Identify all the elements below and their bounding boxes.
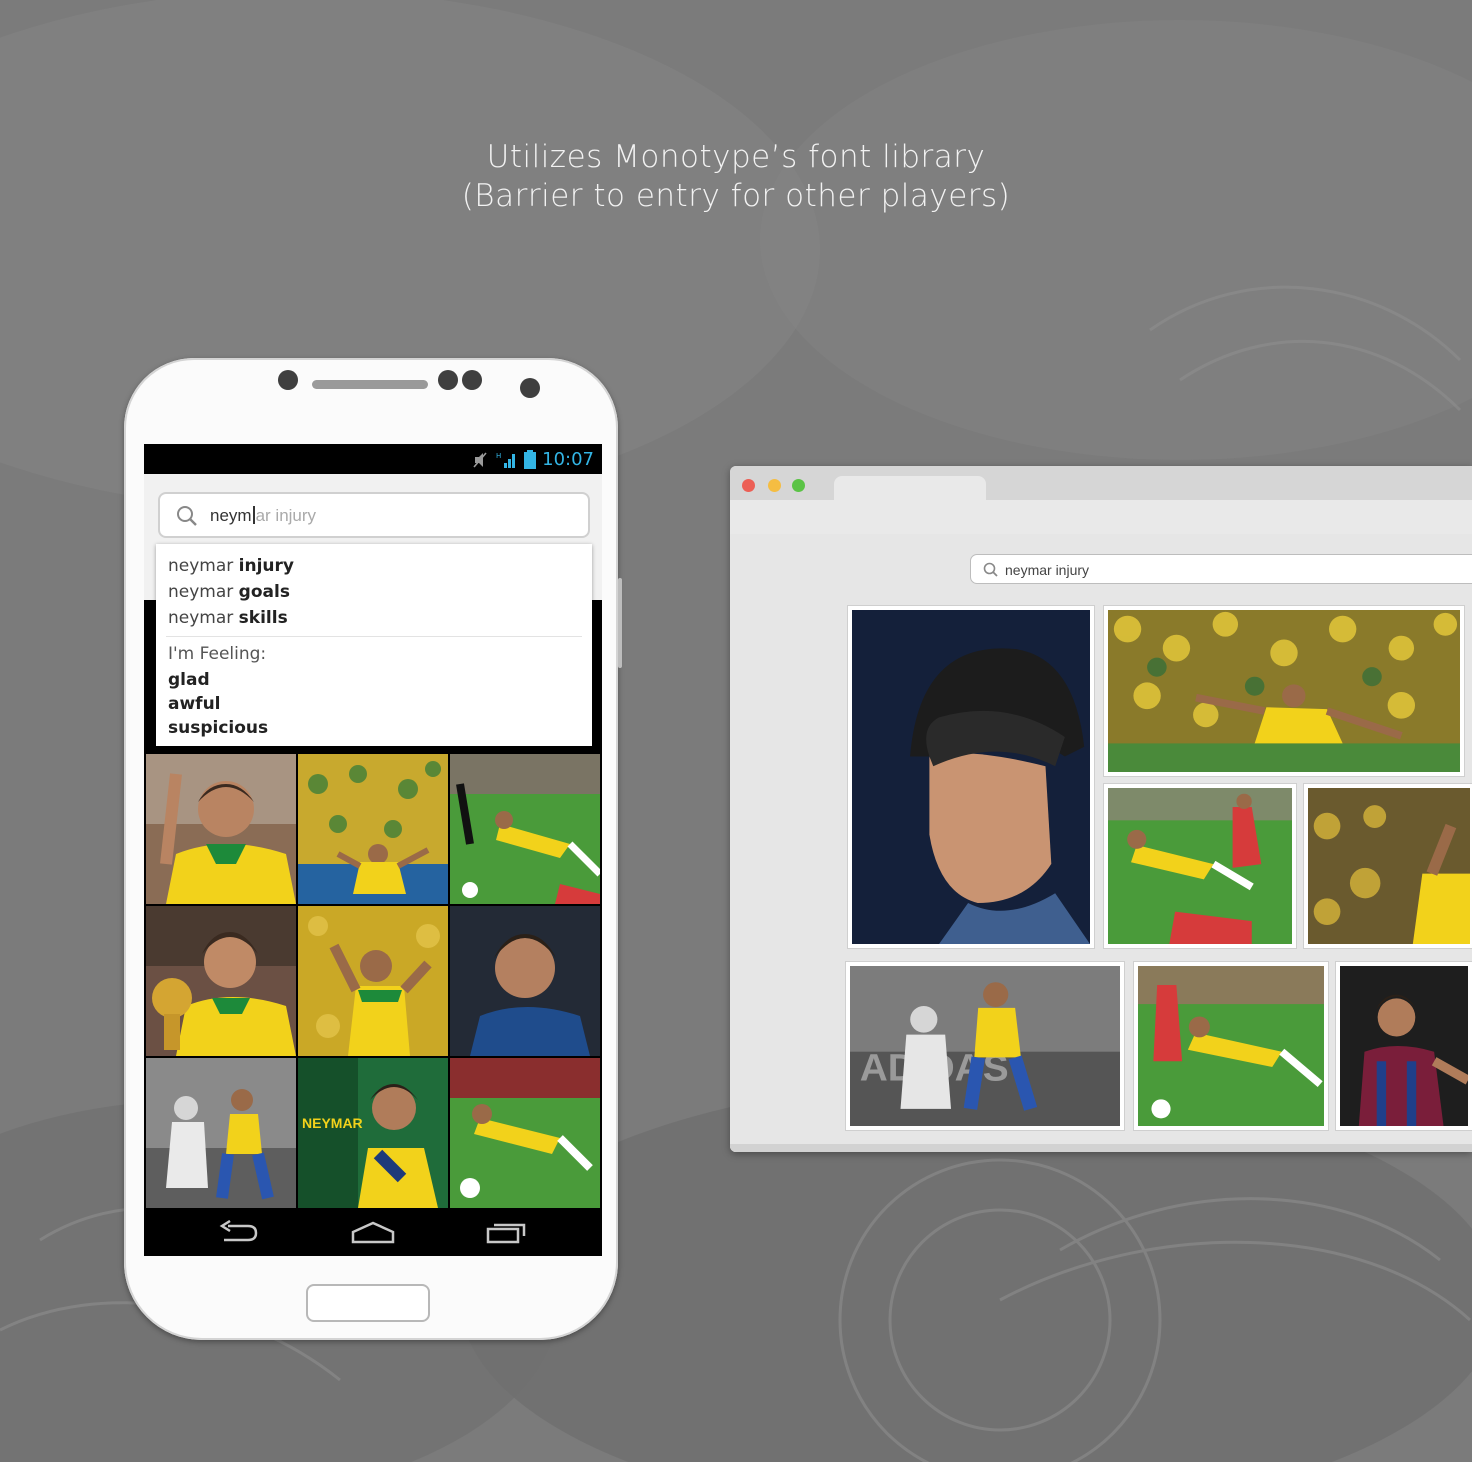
result-image[interactable] <box>1134 962 1328 1130</box>
recent-apps-icon[interactable] <box>484 1220 528 1244</box>
browser-tab[interactable] <box>834 476 986 502</box>
mood-option-suspicious[interactable]: suspicious <box>168 718 268 738</box>
browser-content: neymar injury <box>730 534 1472 1152</box>
headline: Utilizes Monotype’s font library (Barrie… <box>0 138 1472 216</box>
result-image[interactable] <box>450 754 600 904</box>
result-image[interactable] <box>450 1058 600 1208</box>
result-image[interactable]: NEYMAR <box>298 1058 448 1208</box>
volume-button[interactable] <box>618 578 622 668</box>
result-image[interactable] <box>1336 962 1472 1130</box>
hsdpa-signal-icon: H <box>496 452 515 468</box>
search-input[interactable]: neymar injury <box>970 554 1472 584</box>
search-query: neymar injury <box>210 506 316 526</box>
mute-icon <box>473 452 487 468</box>
suggestion-prefix: neymar <box>168 608 239 628</box>
headline-line-1: Utilizes Monotype’s font library <box>486 139 986 175</box>
battery-icon <box>524 450 536 469</box>
minimize-button[interactable] <box>768 479 781 492</box>
feeling-label: I'm Feeling: <box>168 644 267 664</box>
headline-line-2: (Barrier to entry for other players) <box>461 178 1011 214</box>
front-camera <box>520 378 540 398</box>
status-time: 10:07 <box>542 449 594 470</box>
phone-home-button[interactable] <box>306 1284 430 1322</box>
android-nav-bar <box>144 1208 602 1256</box>
zoom-button[interactable] <box>792 479 805 492</box>
result-image[interactable] <box>1104 606 1464 776</box>
typed-text: neym <box>210 506 252 525</box>
back-icon[interactable] <box>218 1220 260 1244</box>
suggestion-completion: injury <box>238 556 294 576</box>
phone-screen: H 10:07 neym ar injury NEYMAR neymar inj… <box>144 444 602 1256</box>
result-image[interactable] <box>1304 784 1472 948</box>
autocomplete-ghost-text: ar injury <box>255 506 317 525</box>
search-suggestions-dropdown: neymar injury neymar goals neymar skills… <box>156 544 592 746</box>
browser-toolbar <box>730 500 1472 535</box>
suggestion-prefix: neymar <box>168 582 239 602</box>
close-button[interactable] <box>742 479 755 492</box>
result-image[interactable] <box>298 906 448 1056</box>
svg-text:H: H <box>496 452 501 460</box>
divider <box>166 636 582 637</box>
result-image[interactable] <box>450 906 600 1056</box>
suggestion-completion: skills <box>238 608 288 628</box>
browser-window: neymar injury <box>730 466 1472 1152</box>
status-bar: H 10:07 <box>144 444 602 474</box>
home-icon[interactable] <box>350 1220 396 1244</box>
light-sensor-2 <box>462 370 482 390</box>
browser-bottom-bar <box>730 1144 1472 1152</box>
result-image[interactable] <box>146 754 296 904</box>
result-image[interactable] <box>848 606 1094 948</box>
android-phone: H 10:07 neym ar injury NEYMAR neymar inj… <box>124 358 622 1340</box>
search-query: neymar injury <box>1005 562 1090 578</box>
mood-option-awful[interactable]: awful <box>168 694 221 714</box>
suggestion-item[interactable]: neymar injury <box>168 556 294 576</box>
image-results-grid: NEYMAR <box>144 752 602 1208</box>
result-image[interactable] <box>146 1058 296 1208</box>
search-icon <box>177 506 197 526</box>
suggestion-item[interactable]: neymar goals <box>168 582 290 602</box>
svg-text:NEYMAR: NEYMAR <box>302 1115 363 1131</box>
search-icon <box>983 562 998 577</box>
result-image[interactable]: ADIDAS <box>846 962 1124 1130</box>
light-sensor <box>438 370 458 390</box>
proximity-sensor <box>278 370 298 390</box>
search-input[interactable]: neymar injury <box>158 492 590 538</box>
mood-option-glad[interactable]: glad <box>168 670 210 690</box>
suggestion-completion: goals <box>238 582 290 602</box>
result-image[interactable] <box>298 754 448 904</box>
result-image[interactable] <box>1104 784 1296 948</box>
suggestion-item[interactable]: neymar skills <box>168 608 288 628</box>
earpiece-speaker <box>312 380 428 389</box>
result-image[interactable] <box>146 906 296 1056</box>
suggestion-prefix: neymar <box>168 556 239 576</box>
text-cursor <box>252 506 255 524</box>
